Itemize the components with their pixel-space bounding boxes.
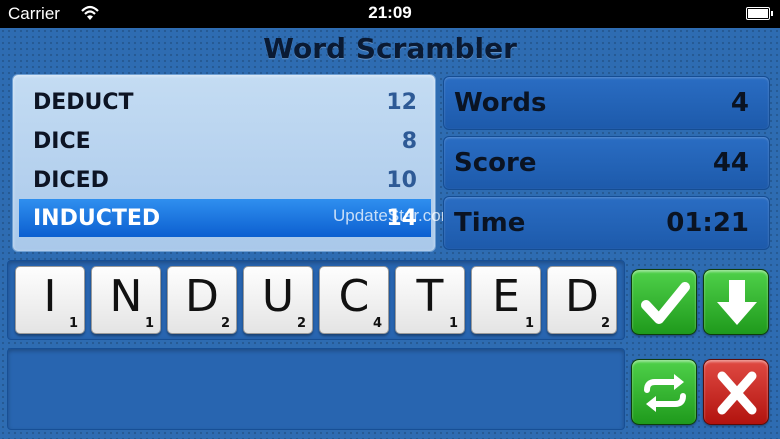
drop-down-button[interactable] [703,269,769,335]
checkmark-icon [641,282,690,324]
word-row[interactable]: DEDUCT 12 [19,83,431,121]
shuffle-button[interactable] [631,359,697,425]
word-text: DICED [33,168,109,193]
tile-points: 1 [524,316,534,331]
tile-points: 2 [600,316,610,331]
word-points: 10 [386,168,417,193]
watermark-text: UpdateStar.com [333,206,455,225]
answer-tray[interactable] [7,348,625,430]
tile-points: 2 [296,316,306,331]
x-icon [717,371,757,415]
word-row[interactable]: DICED 10 [19,161,431,199]
submit-word-button[interactable] [631,269,697,335]
word-text: INDUCTED [33,206,161,231]
time-panel: Time 01:21 [443,196,770,250]
status-bar: Carrier 21:09 [0,0,780,28]
letter-tile[interactable]: E 1 [471,266,541,334]
word-text: DICE [33,129,91,154]
letter-tile[interactable]: N 1 [91,266,161,334]
letter-tile[interactable]: D 2 [547,266,617,334]
tile-points: 1 [448,316,458,331]
shuffle-icon [644,374,686,412]
time-value: 01:21 [666,208,749,238]
tile-points: 1 [68,316,78,331]
word-row-selected[interactable]: INDUCTED 14 UpdateStar.com [19,199,455,237]
words-label: Words [454,88,547,118]
letter-tile[interactable]: T 1 [395,266,465,334]
score-panel: Score 44 [443,136,770,190]
tile-points: 4 [372,316,382,331]
clear-button[interactable] [703,359,769,425]
letter-tile[interactable]: U 2 [243,266,313,334]
letter-tile[interactable]: C 4 [319,266,389,334]
word-points: 12 [386,90,417,115]
score-label: Score [454,148,537,178]
word-text: DEDUCT [33,90,134,115]
battery-icon [746,7,773,20]
app-title: Word Scrambler [263,32,517,65]
word-row[interactable]: DICE 8 [19,122,431,160]
time-label: Time [454,208,526,238]
letter-tile[interactable]: I 1 [15,266,85,334]
status-time: 21:09 [368,3,412,22]
score-value: 44 [712,148,749,178]
words-count-panel: Words 4 [443,76,770,130]
word-points: 8 [401,129,417,154]
found-words-list: DEDUCT 12 DICE 8 DICED 10 INDUCTED 14 Up… [12,74,455,252]
down-arrow-icon [717,280,757,325]
letter-tile[interactable]: D 2 [167,266,237,334]
tile-points: 1 [144,316,154,331]
tile-points: 2 [220,316,230,331]
words-value: 4 [730,88,749,118]
